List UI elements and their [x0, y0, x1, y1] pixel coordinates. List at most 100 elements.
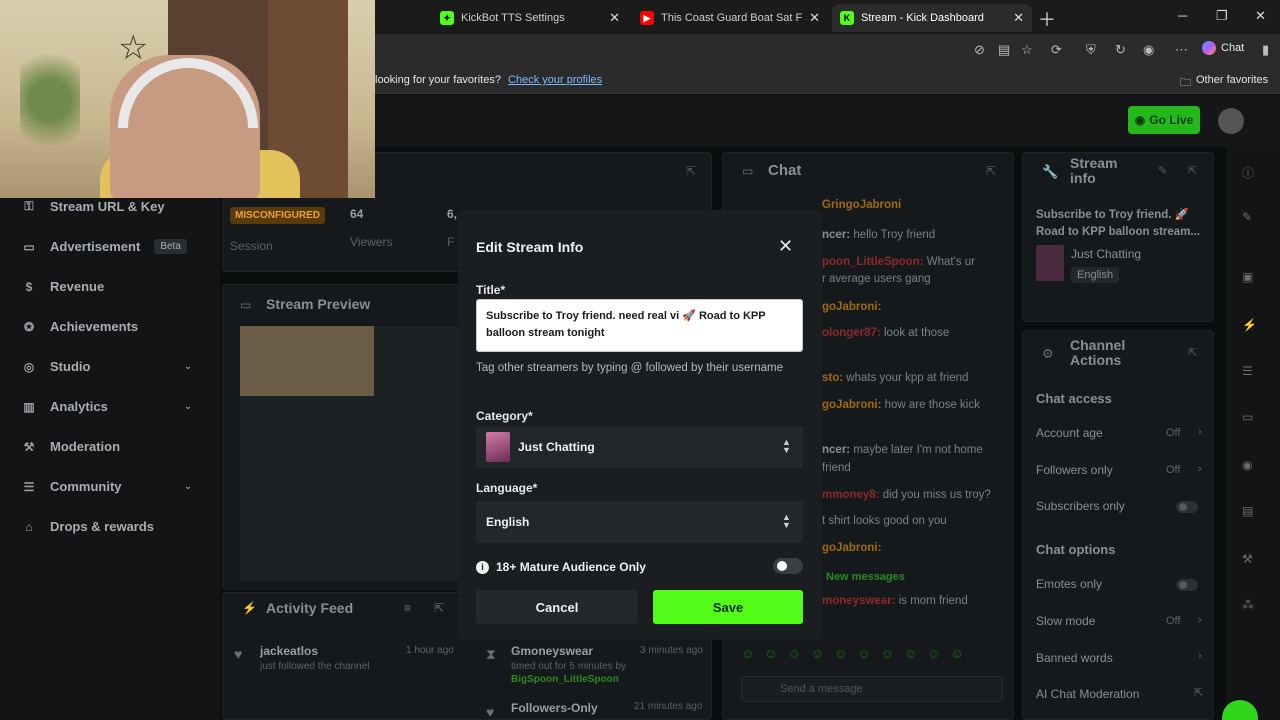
emotes-only-toggle[interactable]: [1176, 579, 1198, 591]
slow-mode-label[interactable]: Slow mode: [1036, 614, 1095, 628]
info-icon[interactable]: ⓘ: [1242, 164, 1254, 181]
filter-icon[interactable]: ≡: [404, 601, 411, 615]
chat-input-placeholder: Send a message: [780, 683, 863, 695]
chevron-down-icon[interactable]: ⌄: [184, 361, 192, 372]
popout-icon[interactable]: ⇱: [1188, 164, 1197, 177]
chevron-right-icon[interactable]: ›: [1198, 426, 1202, 438]
new-tab-icon[interactable]: ＋: [1038, 6, 1056, 32]
category-select[interactable]: Just Chatting ▲ ▼: [476, 426, 803, 468]
chat-icon[interactable]: ▭: [1242, 410, 1253, 424]
external-link-icon[interactable]: ⇱: [1194, 686, 1203, 699]
emote-icon: ☺: [927, 646, 941, 661]
activity-user: Followers-Only: [511, 701, 598, 715]
sidebar-toggle-icon[interactable]: ▮: [1262, 42, 1269, 58]
cancel-button[interactable]: Cancel: [476, 590, 638, 624]
sidebar-item-analytics[interactable]: ▥ Analytics: [22, 399, 107, 414]
save-button[interactable]: Save: [653, 590, 803, 624]
popout-icon[interactable]: ⇱: [986, 164, 996, 178]
copilot-chat-button[interactable]: Chat: [1202, 41, 1244, 55]
sidebar-item-revenue[interactable]: $ Revenue: [22, 279, 105, 294]
sliders-icon[interactable]: ▤: [1242, 504, 1253, 518]
popout-icon[interactable]: ⇱: [1188, 346, 1197, 359]
go-live-button[interactable]: ◉ Go Live: [1128, 106, 1200, 134]
category-thumbnail: [1036, 245, 1064, 281]
chevron-right-icon[interactable]: ›: [1198, 650, 1202, 662]
gift-icon: ⌂: [25, 519, 33, 534]
chevron-right-icon[interactable]: ›: [1198, 463, 1202, 475]
chevron-right-icon[interactable]: ›: [1198, 614, 1202, 626]
avatar[interactable]: [1218, 108, 1244, 134]
dollar-icon: $: [25, 279, 33, 294]
reader-icon[interactable]: ▤: [998, 42, 1010, 58]
mature-audience-row: i 18+ Mature Audience Only: [476, 560, 646, 574]
chat-message-input[interactable]: Send a message: [741, 676, 1003, 702]
followers-only-label[interactable]: Followers only: [1036, 463, 1113, 477]
ai-moderation-label[interactable]: AI Chat Moderation: [1036, 687, 1139, 701]
close-icon[interactable]: ✕: [778, 236, 793, 257]
broadcast-icon[interactable]: ◉: [1242, 458, 1252, 472]
broadcast-icon: ◉: [1134, 113, 1146, 127]
language-select[interactable]: English ▲ ▼: [476, 501, 803, 543]
favorite-star-icon[interactable]: ☆: [1021, 42, 1033, 58]
close-icon[interactable]: ✕: [1013, 10, 1024, 26]
sidebar-item-moderation[interactable]: ⚒ Moderation: [22, 439, 120, 454]
ad-icon: ▭: [23, 239, 35, 254]
stream-info-title-text: Subscribe to Troy friend. 🚀 Road to KPP …: [1036, 209, 1201, 238]
account-age-label[interactable]: Account age: [1036, 426, 1103, 440]
tab-label: Stream - Kick Dashboard: [861, 12, 984, 24]
activity-time: 1 hour ago: [406, 645, 454, 656]
sidebar-item-drops-rewards[interactable]: ⌂ Drops & rewards: [22, 519, 154, 534]
tab-label: KickBot TTS Settings: [461, 12, 565, 24]
other-favorites[interactable]: 🗀 Other favorites: [1180, 74, 1268, 93]
mature-audience-toggle[interactable]: [773, 558, 803, 574]
emote-icon: ☺: [857, 646, 871, 661]
sidebar-item-community[interactable]: ☰ Community: [22, 479, 122, 494]
popout-icon[interactable]: ⇱: [434, 601, 444, 615]
select-arrows-icon: ▲ ▼: [782, 437, 791, 455]
banned-words-label[interactable]: Banned words: [1036, 651, 1113, 665]
emote-icon: ☺: [764, 646, 778, 661]
lightning-icon[interactable]: ⚡: [1242, 318, 1257, 332]
window-close-icon[interactable]: ✕: [1255, 8, 1266, 24]
sidebar-item-advertisement[interactable]: ▭ Advertisement Beta: [22, 239, 187, 254]
history-icon[interactable]: ↻: [1115, 42, 1126, 58]
new-messages-divider[interactable]: New messages: [826, 571, 905, 583]
popout-icon[interactable]: ⇱: [686, 164, 696, 178]
more-icon[interactable]: ⋯: [1175, 42, 1188, 58]
extensions-icon[interactable]: ⟳: [1051, 42, 1062, 58]
emote-bar[interactable]: ☺ ☺ ☺ ☺ ☺ ☺ ☺ ☺ ☺ ☺: [741, 646, 1003, 664]
check-profiles-link[interactable]: Check your profiles: [508, 74, 602, 86]
favorites-prompt-text: looking for your favorites?: [375, 74, 501, 86]
youtube-icon: ▶: [640, 11, 654, 25]
edit-icon[interactable]: ✎: [1242, 210, 1252, 224]
edit-icon[interactable]: ✎: [1158, 164, 1167, 177]
minimize-icon[interactable]: ─: [1178, 8, 1187, 23]
apps-icon[interactable]: ⁂: [1242, 598, 1254, 612]
wrench-icon: ⚒: [23, 439, 35, 454]
viewers-count: 64: [350, 207, 364, 221]
layout-icon[interactable]: ▣: [1242, 270, 1253, 284]
account-age-value: Off: [1166, 427, 1181, 439]
list-icon[interactable]: ☰: [1242, 364, 1253, 378]
sidebar-item-stream-url-key[interactable]: ⚿ Stream URL & Key: [22, 199, 164, 214]
chat-message: mmoney8: did you miss us troy?: [822, 489, 991, 501]
tab-kick-dashboard[interactable]: K Stream - Kick Dashboard ✕: [832, 4, 1032, 32]
profile-icon[interactable]: ◉: [1143, 42, 1154, 58]
sidebar-item-achievements[interactable]: ✪ Achievements: [22, 319, 138, 334]
chevron-down-icon[interactable]: ⌄: [184, 481, 192, 492]
sidebar-item-studio[interactable]: ◎ Studio: [22, 359, 91, 374]
shield-icon[interactable]: ⛨: [1086, 42, 1096, 58]
tracking-icon[interactable]: ⊘: [974, 42, 985, 58]
tab-kickbot[interactable]: ✦ KickBot TTS Settings ✕: [432, 4, 628, 32]
dashboard-sidebar: ⚿ Stream URL & Key ▭ Advertisement Beta …: [0, 147, 220, 720]
stream-info-language: English: [1071, 267, 1120, 283]
wrench-icon[interactable]: ⚒: [1242, 552, 1253, 566]
subscribers-only-toggle[interactable]: [1176, 501, 1198, 513]
close-icon[interactable]: ✕: [809, 10, 820, 26]
chat-icon: ▭: [742, 164, 754, 178]
tab-youtube[interactable]: ▶ This Coast Guard Boat Sat For 3 Ye ✕: [632, 4, 828, 32]
chevron-down-icon[interactable]: ⌄: [184, 401, 192, 412]
maximize-icon[interactable]: ❐: [1216, 8, 1228, 24]
close-icon[interactable]: ✕: [609, 10, 620, 26]
title-field[interactable]: Subscribe to Troy friend. need real vi 🚀…: [476, 299, 803, 352]
